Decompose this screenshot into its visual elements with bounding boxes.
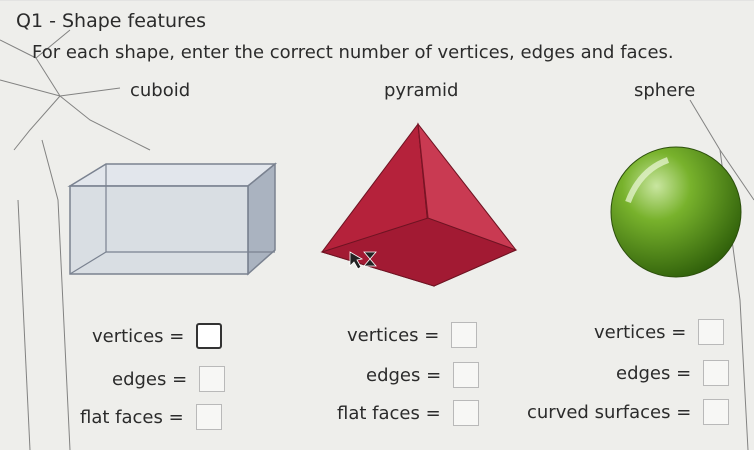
sphere-edges-label: edges =: [616, 362, 692, 384]
cuboid-faces-label: flat faces =: [80, 406, 184, 428]
pyramid-edges-input[interactable]: [453, 362, 480, 388]
pyramid-vertices-input[interactable]: [451, 322, 478, 348]
sphere-shape: [610, 146, 742, 278]
sphere-label: sphere: [634, 80, 696, 101]
sphere-surfaces-input[interactable]: [703, 399, 730, 425]
sphere-edges-input[interactable]: [703, 360, 730, 386]
cuboid-edges-row: edges =: [112, 366, 226, 392]
cuboid-label: cuboid: [130, 80, 191, 101]
pyramid-faces-row: flat faces =: [337, 400, 479, 426]
cuboid-vertices-row: vertices =: [92, 323, 223, 349]
sphere-vertices-label: vertices =: [594, 321, 687, 343]
pyramid-vertices-row: vertices =: [347, 322, 478, 348]
sphere-vertices-input[interactable]: [698, 319, 725, 345]
cuboid-edges-input[interactable]: [199, 366, 226, 392]
sphere-edges-row: edges =: [616, 360, 730, 386]
pyramid-edges-label: edges =: [366, 364, 442, 386]
pyramid-edges-row: edges =: [366, 362, 480, 388]
pyramid-faces-input[interactable]: [452, 400, 479, 426]
pyramid-faces-label: flat faces =: [337, 402, 441, 424]
sphere-surfaces-row: curved surfaces =: [527, 399, 730, 425]
pyramid-vertices-label: vertices =: [347, 324, 440, 346]
cuboid-shape: [67, 162, 278, 276]
cuboid-edges-label: edges =: [112, 368, 188, 390]
question-title: Q1 - Shape features: [16, 10, 207, 32]
sphere-surfaces-label: curved surfaces =: [527, 401, 692, 423]
cuboid-vertices-input[interactable]: [196, 323, 223, 349]
sphere-vertices-row: vertices =: [594, 319, 725, 345]
cuboid-faces-row: flat faces =: [80, 404, 222, 430]
cuboid-vertices-label: vertices =: [92, 325, 185, 347]
pyramid-label: pyramid: [384, 80, 459, 101]
instruction-text: For each shape, enter the correct number…: [32, 42, 674, 63]
cuboid-faces-input[interactable]: [195, 404, 222, 430]
